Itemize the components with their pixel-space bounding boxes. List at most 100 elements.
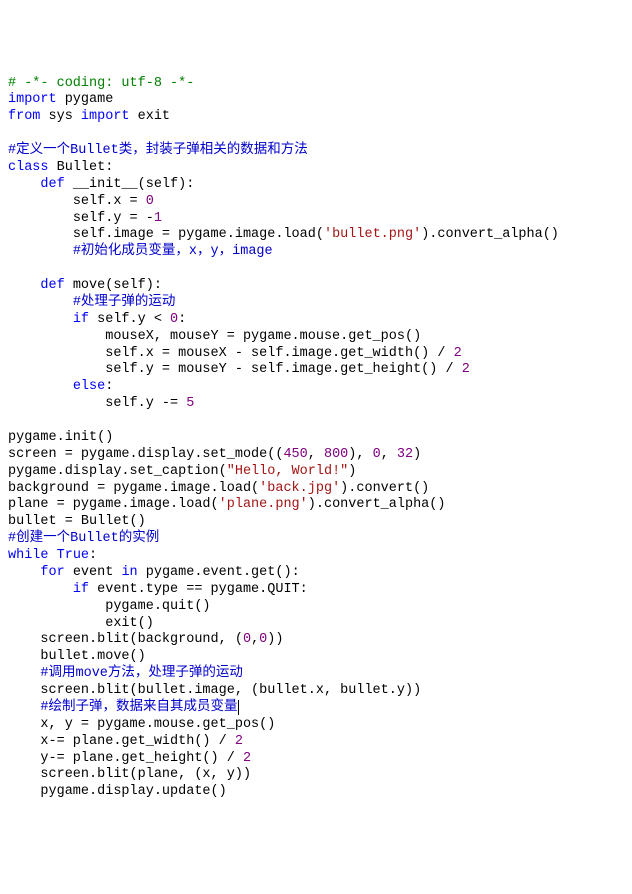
code-text: screen.blit(bullet.image, (bullet.x, bul… <box>40 683 421 698</box>
code-text: self.y -= <box>105 396 186 411</box>
comment-cn: #初始化成员变量，x，y，image <box>73 244 273 259</box>
code-text: pygame.display.set_caption( <box>8 464 227 479</box>
ident: pygame <box>57 92 114 107</box>
keyword-import: import <box>8 92 57 107</box>
code-text: self.y < <box>89 312 170 327</box>
keyword-for: for <box>40 565 64 580</box>
code-text: self.x = mouseX - self.image.get_width()… <box>105 346 453 361</box>
indent <box>8 227 73 242</box>
number: 800 <box>324 447 348 462</box>
keyword-if: if <box>73 312 89 327</box>
number: 5 <box>186 396 194 411</box>
code-text: background = pygame.image.load( <box>8 481 259 496</box>
number: 0 <box>243 632 251 647</box>
code-text: plane = pygame.image.load( <box>8 497 219 512</box>
keyword-in: in <box>121 565 137 580</box>
indent <box>8 211 73 226</box>
code-text: ).convert_alpha() <box>421 227 559 242</box>
code-text: ) <box>413 447 421 462</box>
comment-cn: #绘制子弹，数据来自其成员变量 <box>40 700 237 715</box>
indent <box>8 329 105 344</box>
string: "Hello, World!" <box>227 464 349 479</box>
keyword-import: import <box>81 109 130 124</box>
code-text: ).convert() <box>340 481 429 496</box>
number: 1 <box>154 211 162 226</box>
code-text: bullet = Bullet() <box>8 514 146 529</box>
code-text: screen = pygame.display.set_mode(( <box>8 447 283 462</box>
code-text: , <box>251 632 259 647</box>
keyword-if: if <box>73 582 89 597</box>
comment: # -*- coding: utf-8 -*- <box>8 76 194 91</box>
indent <box>8 649 40 664</box>
code-text: exit() <box>105 616 154 631</box>
indent <box>8 734 40 749</box>
code-text: , <box>381 447 397 462</box>
code-text <box>49 548 57 563</box>
indent <box>8 666 40 681</box>
indent <box>8 767 40 782</box>
indent <box>8 362 105 377</box>
indent <box>8 717 40 732</box>
code-text: y-= plane.get_height() / <box>40 751 243 766</box>
code-text: x, y = pygame.mouse.get_pos() <box>40 717 275 732</box>
keyword-else: else <box>73 379 105 394</box>
number: 0 <box>170 312 178 327</box>
indent <box>8 194 73 209</box>
code-text: pygame.init() <box>8 430 113 445</box>
code-text: self.y = - <box>73 211 154 226</box>
code-text: mouseX, mouseY = pygame.mouse.get_pos() <box>105 329 421 344</box>
number: 0 <box>146 194 154 209</box>
comment-cn: #创建一个Bullet的实例 <box>8 531 159 546</box>
comment-cn: #定义一个Bullet类，封装子弹相关的数据和方法 <box>8 143 308 158</box>
code-text: bullet.move() <box>40 649 145 664</box>
keyword-def: def <box>40 278 64 293</box>
string: 'plane.png' <box>219 497 308 512</box>
code-text: screen.blit(plane, (x, y)) <box>40 767 251 782</box>
indent <box>8 244 73 259</box>
code-text: self.image = pygame.image.load( <box>73 227 324 242</box>
string: 'bullet.png' <box>324 227 421 242</box>
indent <box>8 312 73 327</box>
keyword-from: from <box>8 109 40 124</box>
indent <box>8 565 40 580</box>
indent <box>8 396 105 411</box>
keyword-def: def <box>40 177 64 192</box>
ident: move(self): <box>65 278 162 293</box>
string: 'back.jpg' <box>259 481 340 496</box>
number: 2 <box>462 362 470 377</box>
comment-cn: #处理子弹的运动 <box>73 295 176 310</box>
number: 450 <box>283 447 307 462</box>
number: 2 <box>243 751 251 766</box>
indent <box>8 278 40 293</box>
code-text: self.x = <box>73 194 146 209</box>
ident: __init__(self): <box>65 177 195 192</box>
indent <box>8 751 40 766</box>
code-text: , <box>308 447 324 462</box>
number: 2 <box>454 346 462 361</box>
keyword-true: True <box>57 548 89 563</box>
code-text: : <box>89 548 97 563</box>
text-cursor <box>238 700 239 715</box>
code-text: : <box>178 312 186 327</box>
indent <box>8 784 40 799</box>
code-text: : <box>105 379 113 394</box>
indent <box>8 700 40 715</box>
ident: exit <box>130 109 171 124</box>
code-block: # -*- coding: utf-8 -*- import pygame fr… <box>8 76 624 802</box>
indent <box>8 177 40 192</box>
indent <box>8 346 105 361</box>
number: 0 <box>373 447 381 462</box>
code-text: ).convert_alpha() <box>308 497 446 512</box>
code-text: pygame.event.get(): <box>138 565 300 580</box>
ident: Bullet: <box>49 160 114 175</box>
indent <box>8 616 105 631</box>
number: 2 <box>235 734 243 749</box>
code-text: ), <box>348 447 372 462</box>
comment-cn: #调用move方法，处理子弹的运动 <box>40 666 243 681</box>
code-text: event <box>65 565 122 580</box>
code-text: event.type == pygame.QUIT: <box>89 582 308 597</box>
code-text: ) <box>348 464 356 479</box>
number: 32 <box>397 447 413 462</box>
indent <box>8 582 73 597</box>
keyword-class: class <box>8 160 49 175</box>
